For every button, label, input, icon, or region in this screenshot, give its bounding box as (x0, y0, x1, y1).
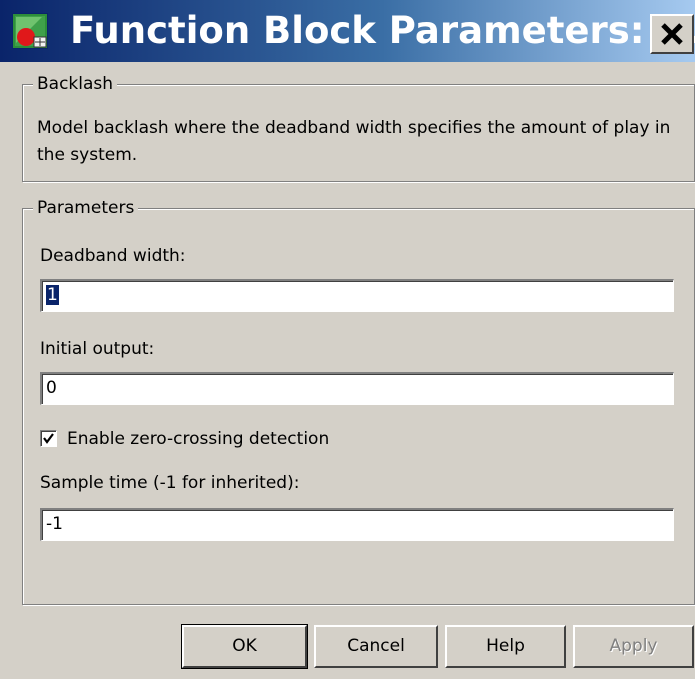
cancel-button[interactable]: Cancel (314, 625, 438, 668)
sample-time-label: Sample time (-1 for inherited): (40, 473, 300, 493)
deadband-width-label: Deadband width: (40, 246, 186, 266)
parameters-groupbox: Parameters Deadband width: 1 Initial out… (22, 196, 695, 605)
zero-crossing-checkbox[interactable] (40, 430, 57, 447)
help-button[interactable]: Help (445, 625, 566, 668)
close-icon (661, 23, 683, 45)
ok-button[interactable]: OK (181, 624, 308, 669)
title-bar[interactable]: Function Block Parameters: ... (0, 0, 695, 62)
block-description: Model backlash where the deadband width … (37, 118, 671, 165)
backlash-groupbox: Backlash Model backlash where the deadba… (22, 72, 695, 182)
parameters-group-title: Parameters (33, 196, 139, 220)
checkmark-icon (43, 433, 54, 444)
window-title: Function Block Parameters: ... (70, 9, 695, 52)
initial-output-field[interactable]: 0 (40, 372, 674, 405)
deadband-width-field[interactable]: 1 (40, 279, 674, 312)
backlash-group-title: Backlash (33, 72, 118, 96)
apply-button[interactable]: Apply (573, 625, 694, 668)
sample-time-field[interactable]: -1 (40, 508, 674, 541)
function-block-parameters-dialog: Function Block Parameters: ... Backlash … (0, 0, 695, 679)
zero-crossing-label[interactable]: Enable zero-crossing detection (67, 427, 329, 451)
simulink-block-icon (11, 12, 49, 50)
close-button[interactable] (650, 14, 694, 54)
initial-output-label: Initial output: (40, 339, 155, 359)
deadband-width-value: 1 (46, 285, 59, 305)
